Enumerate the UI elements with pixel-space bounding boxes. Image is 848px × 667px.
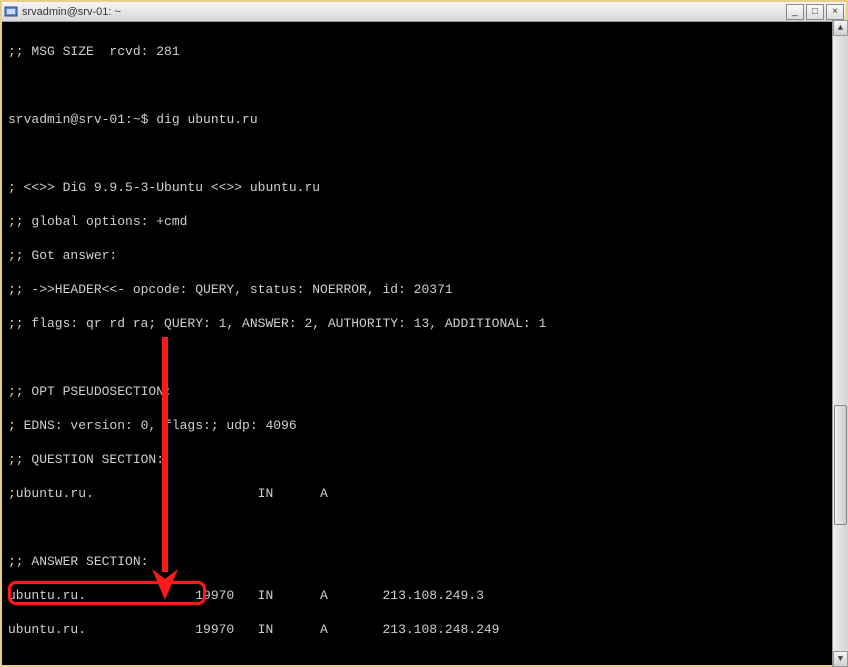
output-line: ; EDNS: version: 0, flags:; udp: 4096 [8,417,840,434]
output-line: ;; Got answer: [8,247,840,264]
prompt: srvadmin@srv-01:~$ [8,112,156,127]
minimize-button[interactable]: _ [786,4,804,20]
window-title: srvadmin@srv-01: ~ [22,6,786,18]
output-line: ubuntu.ru. 19970 IN A 213.108.248.249 [8,621,840,638]
output-line: ;; MSG SIZE rcvd: 281 [8,43,840,60]
output-line: ;; OPT PSEUDOSECTION: [8,383,840,400]
terminal-window: srvadmin@srv-01: ~ _ □ × ;; MSG SIZE rcv… [0,0,848,667]
terminal-output[interactable]: ;; MSG SIZE rcvd: 281 srvadmin@srv-01:~$… [2,22,846,665]
titlebar[interactable]: srvadmin@srv-01: ~ _ □ × [2,2,846,22]
output-line: ;; global options: +cmd [8,213,840,230]
scroll-track[interactable] [833,36,848,651]
output-line: ; <<>> DiG 9.9.5-3-Ubuntu <<>> ubuntu.ru [8,179,840,196]
close-button[interactable]: × [826,4,844,20]
scroll-down-button[interactable]: ▼ [833,651,848,667]
output-line: ;; flags: qr rd ra; QUERY: 1, ANSWER: 2,… [8,315,840,332]
scroll-up-button[interactable]: ▲ [833,20,848,36]
output-line: ;; ANSWER SECTION: [8,553,840,570]
scroll-thumb[interactable] [834,405,847,525]
output-line: ;ubuntu.ru. IN A [8,485,840,502]
output-line: ubuntu.ru. 19970 IN A 213.108.249.3 [8,587,840,604]
output-line: ;; ->>HEADER<<- opcode: QUERY, status: N… [8,281,840,298]
vertical-scrollbar[interactable]: ▲ ▼ [832,20,848,667]
output-line: ;; QUESTION SECTION: [8,451,840,468]
maximize-button[interactable]: □ [806,4,824,20]
putty-icon [4,5,18,19]
command-text: dig ubuntu.ru [156,112,257,127]
